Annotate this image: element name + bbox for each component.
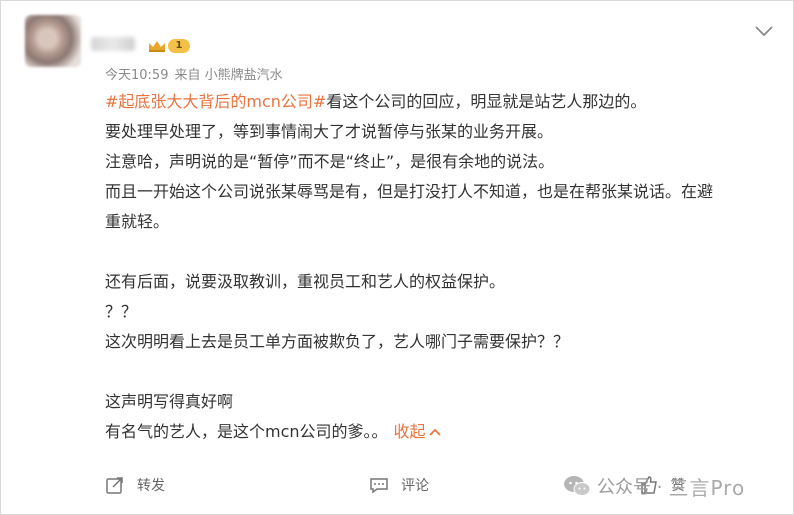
wechat-icon [564, 476, 591, 496]
comment-icon [370, 478, 388, 494]
collapse-label: 收起 [393, 422, 426, 441]
content-line: 重就轻。 [105, 212, 170, 231]
line-text: 看这个公司的回应，明显就是站艺人那边的。 [326, 92, 647, 111]
post-time[interactable]: 今天10:59 [105, 64, 168, 83]
content-line: 还有后面，说要汲取教训，重视员工和艺人的权益保护。 [105, 272, 506, 291]
crown-icon [147, 39, 167, 53]
username-blurred[interactable] [91, 37, 135, 51]
content-line: ？？ [105, 302, 138, 321]
content-line: 而且一开始这个公司说张某辱骂是有，但是打没打人不知道，也是在帮张某说话。在避 [105, 182, 714, 201]
collapse-link[interactable]: 收起 [394, 422, 441, 441]
watermark: 公众号 · 三言Pro [563, 471, 745, 501]
avatar[interactable] [25, 15, 81, 67]
chevron-down-icon[interactable] [755, 21, 773, 37]
content-line: 要处理早处理了，等到事情闹大了才说暂停与张某的业务开展。 [105, 122, 554, 141]
post-content: #起底张大大背后的mcn公司#看这个公司的回应，明显就是站艺人那边的。 要处理早… [105, 87, 765, 447]
repost-label: 转发 [137, 478, 165, 494]
watermark-brand: 三言Pro [668, 475, 746, 500]
content-line: 注意哈，声明说的是“暂停”而不是“终止”，是很有余地的说法。 [105, 152, 555, 171]
user-level-badge[interactable]: 1 [147, 38, 191, 54]
content-line: #起底张大大背后的mcn公司#看这个公司的回应，明显就是站艺人那边的。 [105, 87, 765, 117]
comment-button[interactable]: 评论 [369, 475, 429, 495]
post-source: 来自 小熊牌盐汽水 [174, 68, 283, 83]
weibo-post-card: 1 今天10:59 来自 小熊牌盐汽水 #起底张大大背后的mcn公司#看这个公司… [0, 0, 794, 515]
comment-label: 评论 [401, 478, 429, 494]
repost-button[interactable]: 转发 [105, 475, 165, 495]
content-line: 有名气的艺人，是这个mcn公司的爹。。 收起 [105, 417, 765, 447]
level-number: 1 [168, 39, 190, 53]
topic-hashtag[interactable]: #起底张大大背后的mcn公司# [105, 92, 326, 111]
content-line: 这次明明看上去是员工单方面被欺负了，艺人哪门子需要保护？？ [105, 332, 570, 351]
chevron-up-icon [428, 428, 441, 436]
repost-icon [106, 477, 123, 494]
content-line: 这声明写得真好啊 [105, 392, 234, 411]
post-meta: 今天10:59 来自 小熊牌盐汽水 [105, 64, 283, 83]
watermark-prefix: 公众号 · [597, 477, 663, 498]
line-text: 有名气的艺人，是这个mcn公司的爹。。 [105, 422, 388, 441]
